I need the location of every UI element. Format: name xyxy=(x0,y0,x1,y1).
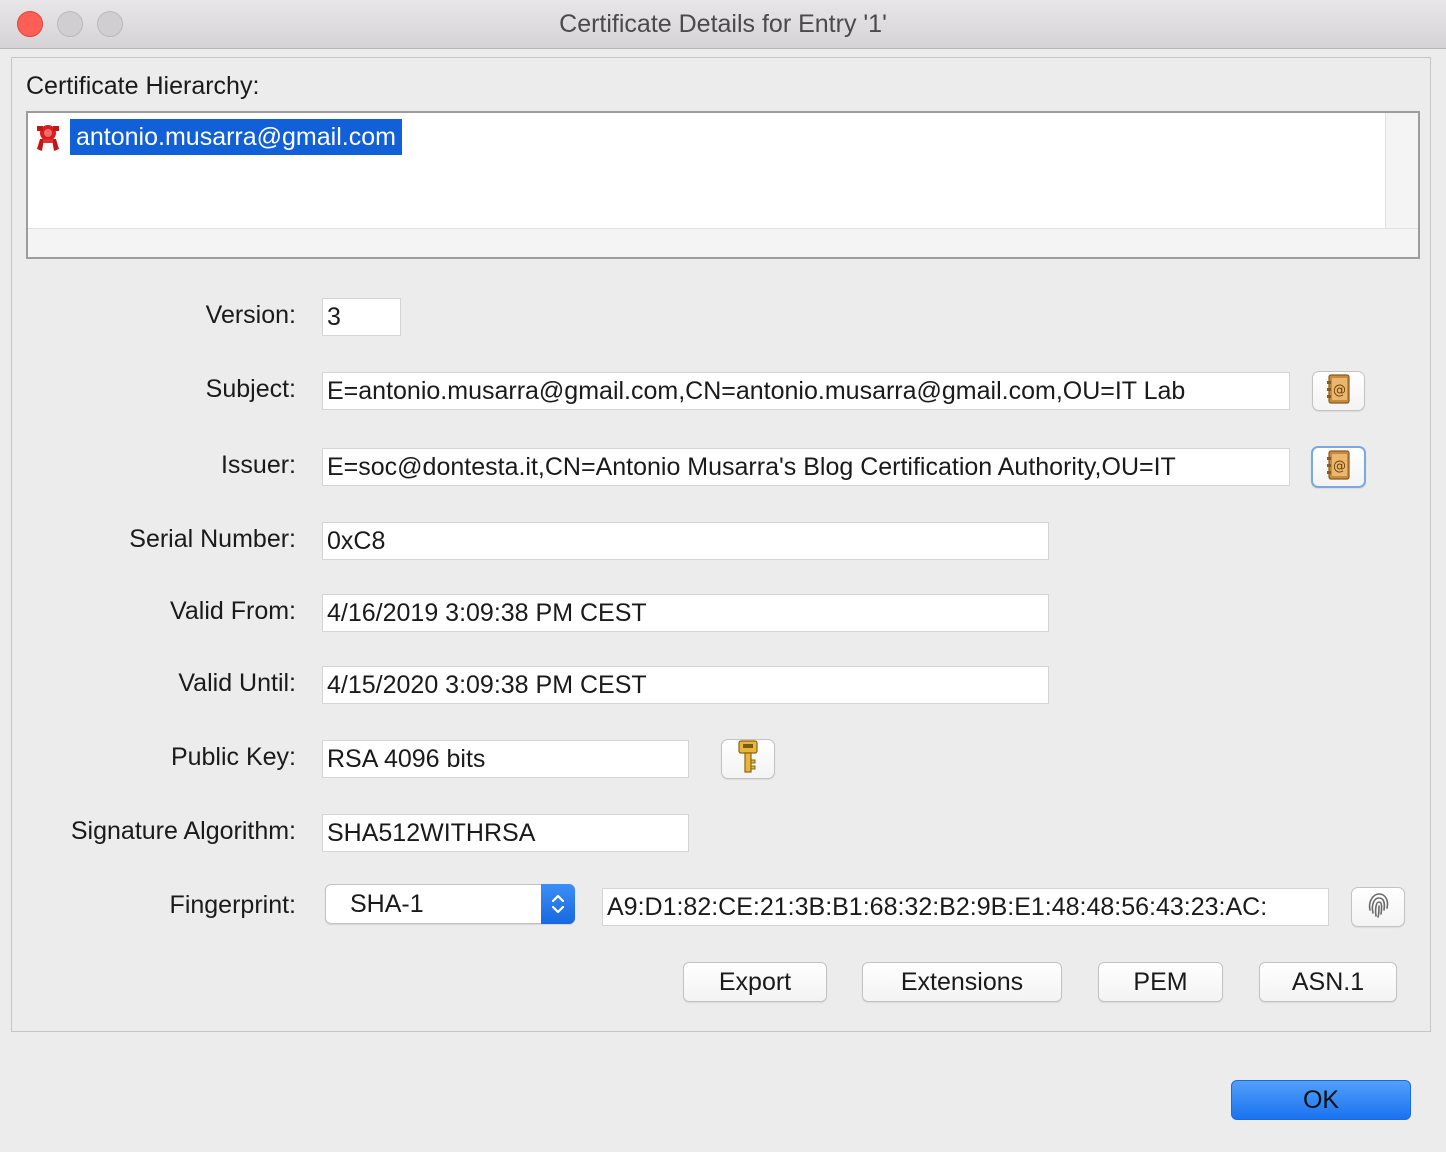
valid-until-label: Valid Until: xyxy=(178,669,296,697)
fingerprint-label: Fingerprint: xyxy=(169,891,296,919)
export-button[interactable]: Export xyxy=(683,962,827,1002)
serial-number-label: Serial Number: xyxy=(129,525,296,553)
hierarchy-horizontal-scrollbar[interactable] xyxy=(28,228,1418,257)
title-bar[interactable]: Certificate Details for Entry '1' xyxy=(0,0,1446,49)
fingerprint-field[interactable]: A9:D1:82:CE:21:3B:B1:68:32:B2:9B:E1:48:4… xyxy=(602,888,1329,926)
public-key-field[interactable]: RSA 4096 bits xyxy=(322,740,689,778)
fingerprint-algorithm-value: SHA-1 xyxy=(350,890,424,918)
window-title: Certificate Details for Entry '1' xyxy=(559,10,887,38)
subject-field[interactable]: E=antonio.musarra@gmail.com,CN=antonio.m… xyxy=(322,372,1290,410)
fingerprint-details-button[interactable] xyxy=(1351,887,1405,927)
certificate-icon xyxy=(34,122,62,152)
serial-number-field[interactable]: 0xC8 xyxy=(322,522,1049,560)
fingerprint-algorithm-select[interactable]: SHA-1 xyxy=(325,884,575,924)
valid-from-field[interactable]: 4/16/2019 3:09:38 PM CEST xyxy=(322,594,1049,632)
key-icon xyxy=(737,739,759,779)
svg-text:@: @ xyxy=(1333,383,1346,398)
extensions-button[interactable]: Extensions xyxy=(862,962,1062,1002)
svg-text:@: @ xyxy=(1333,459,1346,474)
version-label: Version: xyxy=(205,301,296,329)
subject-details-button[interactable]: @ xyxy=(1312,371,1365,411)
valid-from-label: Valid From: xyxy=(170,597,296,625)
subject-label: Subject: xyxy=(205,375,296,403)
pem-button[interactable]: PEM xyxy=(1098,962,1223,1002)
issuer-field[interactable]: E=soc@dontesta.it,CN=Antonio Musarra's B… xyxy=(322,448,1290,486)
public-key-label: Public Key: xyxy=(170,743,296,771)
hierarchy-item-label: antonio.musarra@gmail.com xyxy=(70,119,402,155)
version-field[interactable]: 3 xyxy=(322,298,401,336)
address-book-icon: @ xyxy=(1326,449,1352,485)
issuer-details-button[interactable]: @ xyxy=(1311,446,1366,488)
address-book-icon: @ xyxy=(1326,373,1352,409)
hierarchy-label: Certificate Hierarchy: xyxy=(26,72,260,100)
signature-algorithm-label: Signature Algorithm: xyxy=(70,817,296,845)
hierarchy-item[interactable]: antonio.musarra@gmail.com xyxy=(34,119,402,155)
asn1-button[interactable]: ASN.1 xyxy=(1259,962,1397,1002)
signature-algorithm-field[interactable]: SHA512WITHRSA xyxy=(322,814,689,852)
valid-until-field[interactable]: 4/15/2020 3:09:38 PM CEST xyxy=(322,666,1049,704)
hierarchy-vertical-scrollbar[interactable] xyxy=(1385,113,1418,229)
public-key-details-button[interactable] xyxy=(721,739,775,779)
chevron-up-down-icon xyxy=(541,884,575,924)
certificate-details-window: Certificate Details for Entry '1' Certif… xyxy=(0,0,1446,1152)
fingerprint-icon xyxy=(1365,890,1391,925)
ok-button[interactable]: OK xyxy=(1231,1080,1411,1120)
issuer-label: Issuer: xyxy=(220,451,296,479)
certificate-hierarchy-tree[interactable]: antonio.musarra@gmail.com xyxy=(26,111,1420,259)
